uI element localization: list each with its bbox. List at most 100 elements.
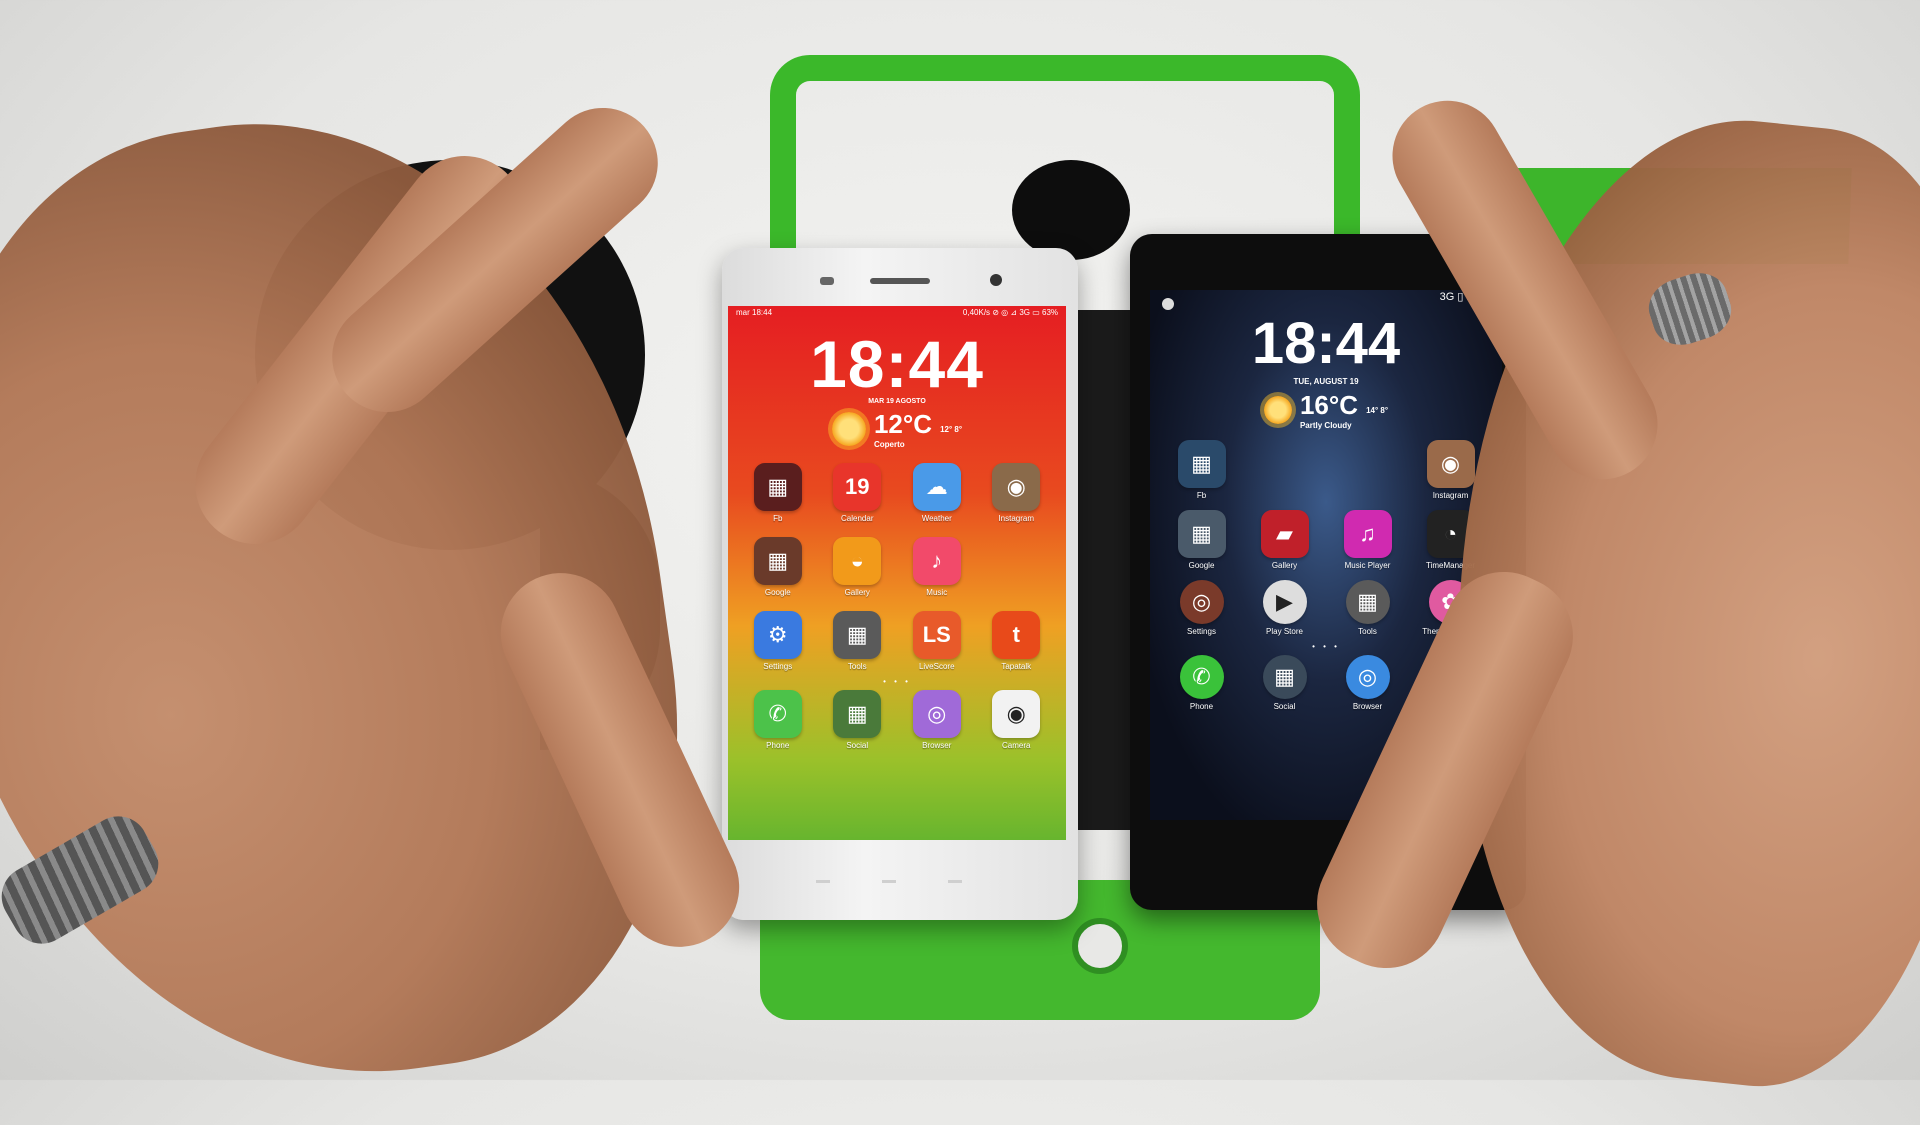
phone1-status-right: 0,40K/s ⊘ ◎ ⊿ 3G ▭ 63% (962, 308, 1058, 317)
camera-icon: ◉ (992, 690, 1041, 738)
browser-icon: ◎ (912, 690, 961, 738)
instagram-icon: ◉ (1426, 440, 1475, 488)
app-google[interactable]: ▦ Google (1160, 510, 1243, 570)
phone1-temperature: 12°C (873, 409, 933, 439)
app-gallery[interactable]: ▰ Gallery (1243, 510, 1326, 570)
phone1-date: MAR 19 AGOSTO (868, 398, 926, 405)
app-fb[interactable]: ▦ Fb (1160, 440, 1243, 500)
app-camera[interactable]: ◉ Camera (977, 690, 1057, 750)
instagram-icon: ◉ (992, 463, 1041, 511)
music-icon: ♪ (912, 537, 961, 585)
app-settings[interactable]: ⚙ Settings (738, 611, 818, 671)
app-label: Google (764, 588, 791, 597)
app-browser[interactable]: ◎ Browser (1326, 655, 1409, 711)
gallery-icon: ▰ (1260, 510, 1309, 558)
app-label: Tools (1358, 627, 1377, 636)
phone1-dock: ✆ Phone ▦ Social ◎ Browser ◉ Camera (728, 690, 1066, 750)
app-phone[interactable]: ✆ Phone (738, 690, 818, 750)
phone1-page-dots: • • • (883, 677, 911, 686)
phone1-sensor (820, 277, 834, 285)
phone1-hi-lo: 12° 8° (940, 424, 963, 434)
app-social[interactable]: ▦ Social (1243, 655, 1326, 711)
phone1-weather-widget[interactable]: 12°C Coperto 12° 8° (728, 409, 1066, 449)
sun-icon (1263, 396, 1292, 424)
phone2-condition: Partly Cloudy (1299, 421, 1352, 430)
settings-icon: ◎ (1179, 580, 1224, 624)
app-calendar[interactable]: 19 Calendar (818, 463, 898, 523)
empty-icon (1344, 440, 1392, 488)
app-fb[interactable]: ▦ Fb (738, 463, 818, 523)
app-slot-empty (1243, 440, 1326, 500)
app-label: Browser (1352, 702, 1383, 711)
livescore-icon: LS (912, 611, 961, 659)
app-label: Music (926, 588, 948, 597)
google-icon: ▦ (1177, 510, 1226, 558)
social-icon: ▦ (1262, 655, 1307, 699)
app-gallery[interactable]: ◒ Gallery (818, 537, 898, 597)
app-label: Tools (847, 662, 867, 671)
phone1-condition: Coperto (873, 440, 905, 449)
app-label: Camera (1002, 741, 1031, 750)
app-label: Gallery (1271, 561, 1298, 570)
app-social[interactable]: ▦ Social (818, 690, 898, 750)
fb-icon: ▦ (753, 463, 802, 511)
settings-icon: ⚙ (753, 611, 802, 659)
fb-icon: ▦ (1177, 440, 1226, 488)
app-label: Browser (922, 741, 952, 750)
phone1-clock: 18:44 (810, 327, 984, 401)
app-instagram[interactable]: ◉ Instagram (977, 463, 1057, 523)
app-label: Play Store (1266, 627, 1303, 636)
gallery-icon: ◒ (833, 537, 882, 585)
app-settings[interactable]: ◎ Settings (1160, 580, 1243, 636)
app-livescore[interactable]: LS LiveScore (897, 611, 977, 671)
empty-icon (992, 537, 1040, 585)
phone2-clock: 18:44 (1251, 311, 1401, 376)
app-play-store[interactable]: ▶ Play Store (1243, 580, 1326, 636)
app-tapatalk[interactable]: t Tapatalk (977, 611, 1057, 671)
black-dot-decoration (1012, 160, 1130, 260)
app-label: Settings (763, 662, 793, 671)
app-label: Instagram (998, 514, 1035, 523)
phone1-status-left: mar 18:44 (736, 308, 773, 317)
phone2-temperature: 16°C (1299, 390, 1359, 420)
app-label: Fb (1196, 491, 1207, 500)
left-hand (0, 74, 724, 1125)
app-label: LiveScore (918, 662, 955, 671)
app-label: Instagram (1432, 491, 1469, 500)
app-slot-empty (977, 537, 1057, 597)
app-label: Tapatalk (1001, 662, 1032, 671)
phone1-front-camera (990, 274, 1002, 286)
app-label: Fb (773, 514, 783, 523)
tools-icon: ▦ (1345, 580, 1390, 624)
app-label: Gallery (844, 588, 870, 597)
empty-icon (1261, 440, 1309, 488)
phone1-nav-keys[interactable] (790, 870, 1000, 884)
tools-icon: ▦ (833, 611, 882, 659)
phone2-status-bar: 3G ▯ 18:44 (1150, 290, 1502, 304)
tapatalk-icon: t (992, 611, 1041, 659)
app-browser[interactable]: ◎ Browser (897, 690, 977, 750)
phone1-app-grid: ▦ Fb 19 Calendar ☁ Weather ◉ Instagram ▦ Google ◒ G… (728, 463, 1066, 671)
phone2-hi-lo: 14° 8° (1366, 405, 1389, 415)
phone1-screen: mar 18:44 0,40K/s ⊘ ◎ ⊿ 3G ▭ 63% 18:44 M… (728, 306, 1066, 840)
app-weather[interactable]: ☁ Weather (897, 463, 977, 523)
app-phone[interactable]: ✆ Phone (1160, 655, 1243, 711)
sun-icon (831, 412, 866, 446)
play-store-icon: ▶ (1262, 580, 1307, 624)
app-music-player[interactable]: ♫ Music Player (1326, 510, 1409, 570)
phone-icon: ✆ (1179, 655, 1224, 699)
phone2-weather-widget[interactable]: 16°C Partly Cloudy 14° 8° (1150, 390, 1502, 430)
browser-icon: ◎ (1345, 655, 1390, 699)
app-tools[interactable]: ▦ Tools (1326, 580, 1409, 636)
app-label: Settings (1187, 627, 1216, 636)
app-label: Weather (921, 514, 952, 523)
phone2-date: TUE, AUGUST 19 (1293, 377, 1359, 386)
app-label: Social (1273, 702, 1296, 711)
phone2-row2: ▦ Google ▰ Gallery ♫ Music Player ◔ TimeManager (1150, 510, 1502, 570)
phone1-speaker (870, 278, 930, 284)
app-label: Calendar (841, 514, 874, 523)
phone2-row1: ▦ Fb ◉ Instagram (1150, 440, 1502, 500)
app-google[interactable]: ▦ Google (738, 537, 818, 597)
app-tools[interactable]: ▦ Tools (818, 611, 898, 671)
app-music[interactable]: ♪ Music (897, 537, 977, 597)
